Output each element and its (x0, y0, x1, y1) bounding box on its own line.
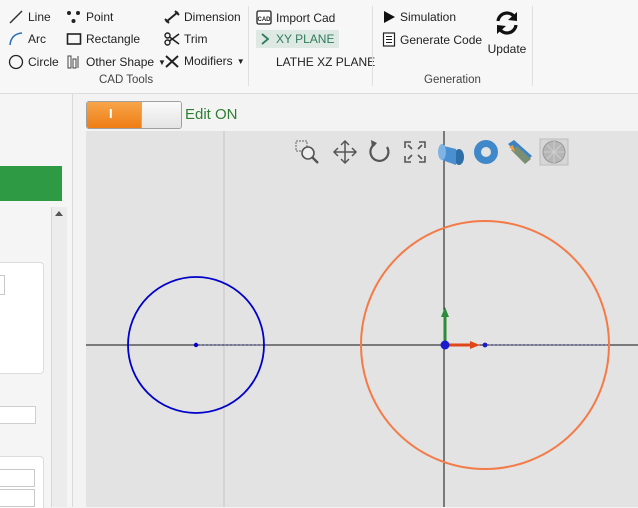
update-button[interactable]: Update (486, 8, 528, 60)
panel-field[interactable] (0, 275, 5, 295)
ring-view-icon[interactable] (472, 138, 500, 166)
dimension-label: Dimension (184, 10, 241, 24)
circle-label: Circle (28, 55, 59, 69)
arc-tool[interactable]: Arc (8, 32, 46, 46)
other-shape-tool[interactable]: Other Shape ▼ (66, 54, 166, 70)
dimension-icon (164, 10, 180, 24)
panel-box (0, 456, 44, 508)
scroll-up-icon[interactable] (55, 211, 63, 216)
point-label: Point (86, 10, 114, 24)
svg-text:CAD: CAD (258, 17, 272, 23)
refresh-icon (496, 11, 518, 35)
panel-box (0, 262, 44, 374)
line-icon (9, 10, 23, 24)
document-icon (382, 32, 396, 47)
blue-circle-center (193, 342, 199, 348)
point-tool[interactable]: Point (66, 10, 113, 24)
trim-tool[interactable]: Trim (164, 32, 208, 46)
generation-group-label: Generation (424, 74, 481, 86)
rotate-icon[interactable] (367, 139, 393, 165)
scissors-icon (164, 32, 180, 46)
toggle-on-indicator: I (109, 106, 113, 121)
lathe-xz-plane-label: LATHE XZ PLANE (276, 55, 376, 69)
modifiers-icon (165, 55, 179, 68)
modifiers-label: Modifiers (184, 54, 233, 68)
zoom-region-icon[interactable] (294, 139, 320, 165)
cad-tools-group-label: CAD Tools (99, 74, 154, 86)
pan-icon[interactable] (332, 139, 358, 165)
panel-input[interactable] (0, 406, 36, 424)
arc-icon (9, 32, 23, 46)
cylinder-view-icon[interactable] (436, 138, 468, 166)
import-cad-label: Import Cad (276, 10, 336, 25)
xy-plane-label: XY PLANE (276, 32, 335, 46)
gizmo-x-arrowhead (470, 341, 480, 349)
arc-label: Arc (28, 32, 46, 46)
canvas-drawing (86, 131, 638, 507)
ribbon-separator (532, 6, 533, 86)
point-icon (67, 11, 80, 23)
line-tool[interactable]: Line (8, 10, 51, 24)
drawing-canvas[interactable] (86, 131, 638, 507)
other-shape-icon (67, 55, 79, 69)
ribbon-separator (372, 6, 373, 86)
toggle-knob[interactable] (141, 102, 181, 128)
xy-plane-button[interactable]: XY PLANE (256, 30, 340, 48)
generate-code-button[interactable]: Generate Code (382, 32, 482, 47)
generate-code-label: Generate Code (400, 32, 483, 47)
rectangle-icon (66, 33, 82, 45)
panel-scrollbar[interactable] (51, 207, 67, 507)
other-shape-label: Other Shape (86, 55, 155, 69)
rectangle-label: Rectangle (86, 32, 141, 46)
panel-green-bar (0, 166, 62, 201)
lathe-xz-plane-button[interactable]: LATHE XZ PLANE (276, 55, 375, 69)
update-label: Update (487, 42, 527, 56)
circle-icon (8, 54, 24, 70)
toggle-on-track (87, 102, 141, 128)
gizmo-y-arrowhead (441, 307, 449, 317)
chevron-right-icon (261, 33, 270, 45)
trim-label: Trim (184, 32, 208, 46)
tool-view-icon[interactable] (505, 138, 535, 166)
rectangle-tool[interactable]: Rectangle (66, 32, 140, 46)
ribbon: Line Arc Circle Point Rectangle Other Sh… (0, 0, 638, 94)
play-icon (384, 11, 395, 23)
origin-point (440, 340, 450, 350)
simulation-button[interactable]: Simulation (382, 10, 456, 24)
panel-field[interactable] (0, 489, 35, 507)
fit-view-icon[interactable] (402, 139, 428, 165)
cad-file-icon: CAD (256, 10, 272, 25)
orange-circle-center (482, 342, 488, 348)
left-panel (0, 94, 73, 508)
panel-field[interactable] (0, 469, 35, 487)
line-label: Line (28, 10, 51, 24)
ribbon-separator (248, 6, 249, 86)
modifiers-dropdown-icon: ▼ (236, 56, 245, 66)
dimension-tool[interactable]: Dimension (164, 10, 241, 24)
circle-tool[interactable]: Circle (8, 54, 59, 70)
simulation-label: Simulation (400, 10, 457, 24)
edit-status-label: Edit ON (185, 106, 238, 123)
sphere-view-icon[interactable] (539, 138, 569, 166)
edit-toggle[interactable]: I (86, 101, 182, 129)
modifiers-tool[interactable]: Modifiers ▼ (164, 54, 245, 68)
import-cad-button[interactable]: CAD Import Cad (256, 10, 335, 25)
